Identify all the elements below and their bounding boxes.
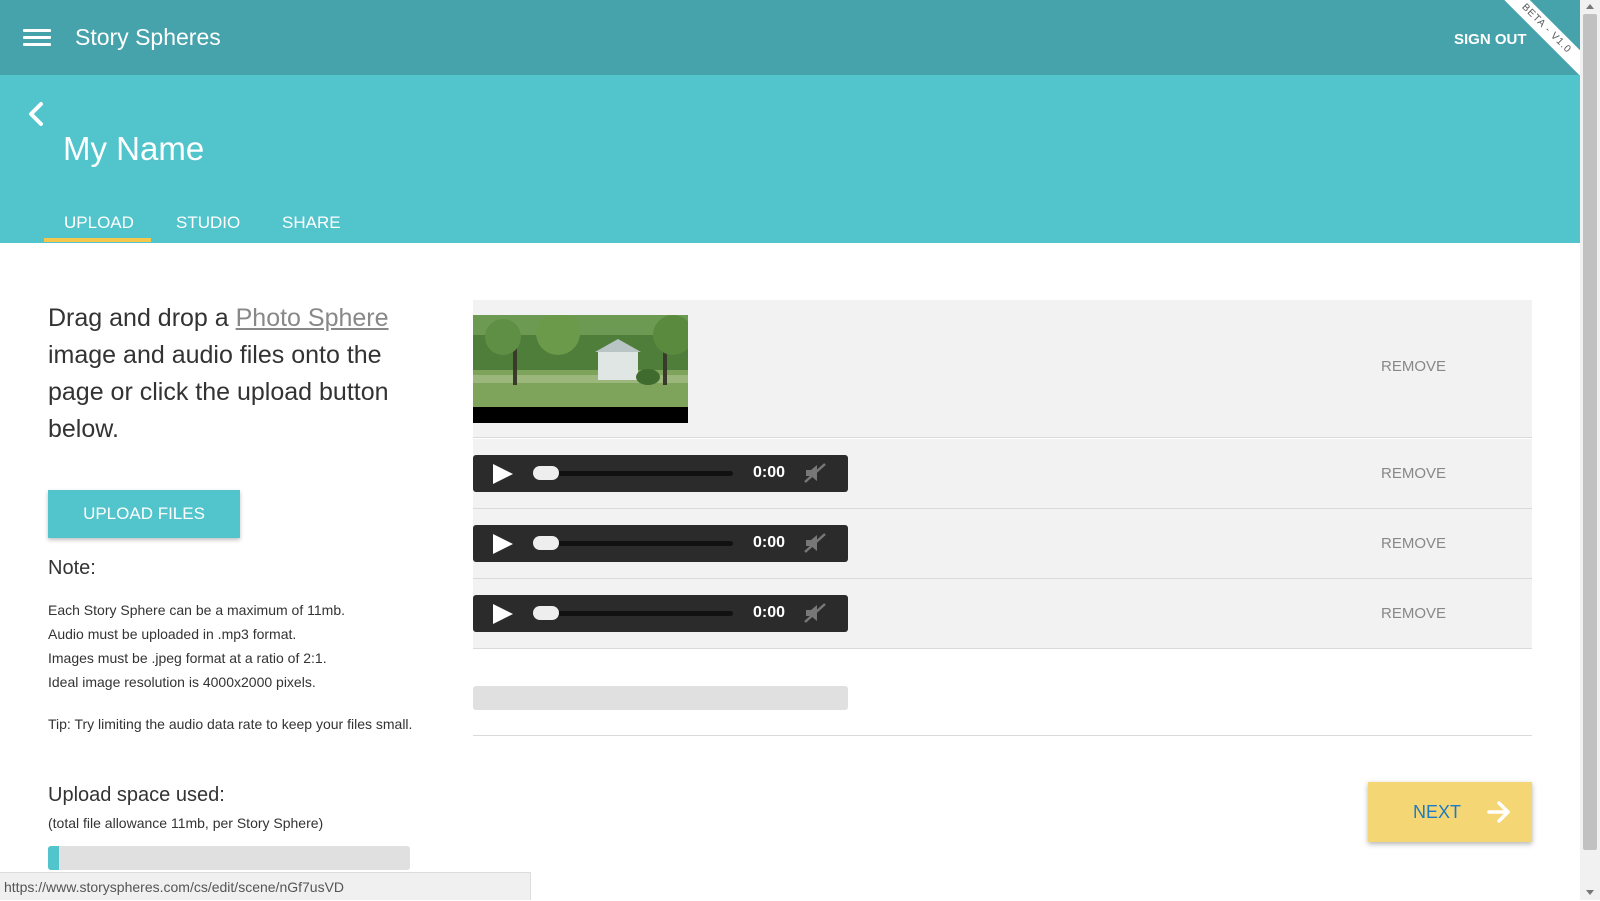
tip-text: Tip: Try limiting the audio data rate to… [48,716,413,732]
page-title: My Name [63,130,205,167]
arrow-right-icon [1487,801,1510,823]
note-heading: Note: [48,557,96,579]
back-arrow-icon[interactable] [26,101,46,127]
vertical-scrollbar[interactable] [1580,0,1600,900]
scroll-up-arrow-icon[interactable] [1586,4,1594,9]
audio-seek-handle[interactable] [533,466,559,480]
audio-file-row: 0:00 REMOVE [473,579,1532,649]
audio-player: 0:00 [473,525,848,562]
photo-sphere-thumbnail [473,315,688,423]
upload-progress-placeholder [473,686,848,710]
volume-muted-icon[interactable] [803,602,827,624]
photo-sphere-link[interactable]: Photo Sphere [236,304,389,332]
upload-space-bar [48,846,410,870]
upload-space-heading: Upload space used: [48,784,225,806]
remove-audio-button[interactable]: REMOVE [1381,605,1446,622]
audio-player: 0:00 [473,595,848,632]
remove-audio-button[interactable]: REMOVE [1381,465,1446,482]
remove-image-button[interactable]: REMOVE [1381,358,1446,375]
intro-suffix: image and audio files onto the page or c… [48,341,389,443]
play-icon[interactable] [493,464,513,484]
note-line: Images must be .jpeg format at a ratio o… [48,650,327,666]
note-line: Ideal image resolution is 4000x2000 pixe… [48,674,316,690]
image-file-row: REMOVE [473,300,1532,438]
audio-seek-bar[interactable] [533,611,733,616]
app-bar: Story Spheres SIGN OUT BETA - V1.0 [0,0,1580,75]
audio-time: 0:00 [753,604,786,621]
note-body: Each Story Sphere can be a maximum of 11… [48,598,418,694]
audio-file-row: 0:00 REMOVE [473,509,1532,579]
audio-time: 0:00 [753,534,786,551]
volume-muted-icon[interactable] [803,462,827,484]
upload-instructions: Drag and drop a Photo Sphere image and a… [48,300,418,448]
audio-player: 0:00 [473,455,848,492]
next-button[interactable]: NEXT [1368,782,1532,842]
audio-seek-bar[interactable] [533,471,733,476]
play-icon[interactable] [493,604,513,624]
hamburger-menu-icon[interactable] [23,29,51,47]
note-line: Audio must be uploaded in .mp3 format. [48,626,297,642]
status-bar-url: https://www.storyspheres.com/cs/edit/sce… [0,872,531,900]
upload-space-subtext: (total file allowance 11mb, per Story Sp… [48,815,324,831]
next-button-label: NEXT [1413,802,1462,822]
note-line: Each Story Sphere can be a maximum of 11… [48,602,345,618]
upload-files-button[interactable]: UPLOAD FILES [48,490,240,538]
active-tab-indicator [44,238,151,242]
audio-seek-bar[interactable] [533,541,733,546]
tab-share[interactable]: SHARE [282,213,341,233]
intro-prefix: Drag and drop a [48,304,236,332]
intro-text: Drag and drop a Photo Sphere image and a… [48,300,418,448]
beta-ribbon-label: BETA - V1.0 [1500,0,1580,75]
app-title: Story Spheres [75,24,221,50]
page-header: My Name UPLOAD STUDIO SHARE [0,75,1580,243]
remove-audio-button[interactable]: REMOVE [1381,535,1446,552]
audio-file-row: 0:00 REMOVE [473,439,1532,509]
tab-studio[interactable]: STUDIO [176,213,240,233]
scroll-down-arrow-icon[interactable] [1586,890,1594,895]
tab-upload[interactable]: UPLOAD [64,213,134,233]
scrollbar-thumb[interactable] [1583,14,1597,850]
upload-space-fill [48,846,59,870]
audio-seek-handle[interactable] [533,536,559,550]
divider [473,735,1532,736]
audio-seek-handle[interactable] [533,606,559,620]
play-icon[interactable] [493,534,513,554]
volume-muted-icon[interactable] [803,532,827,554]
beta-ribbon: BETA - V1.0 [1500,0,1580,75]
audio-time: 0:00 [753,464,786,481]
